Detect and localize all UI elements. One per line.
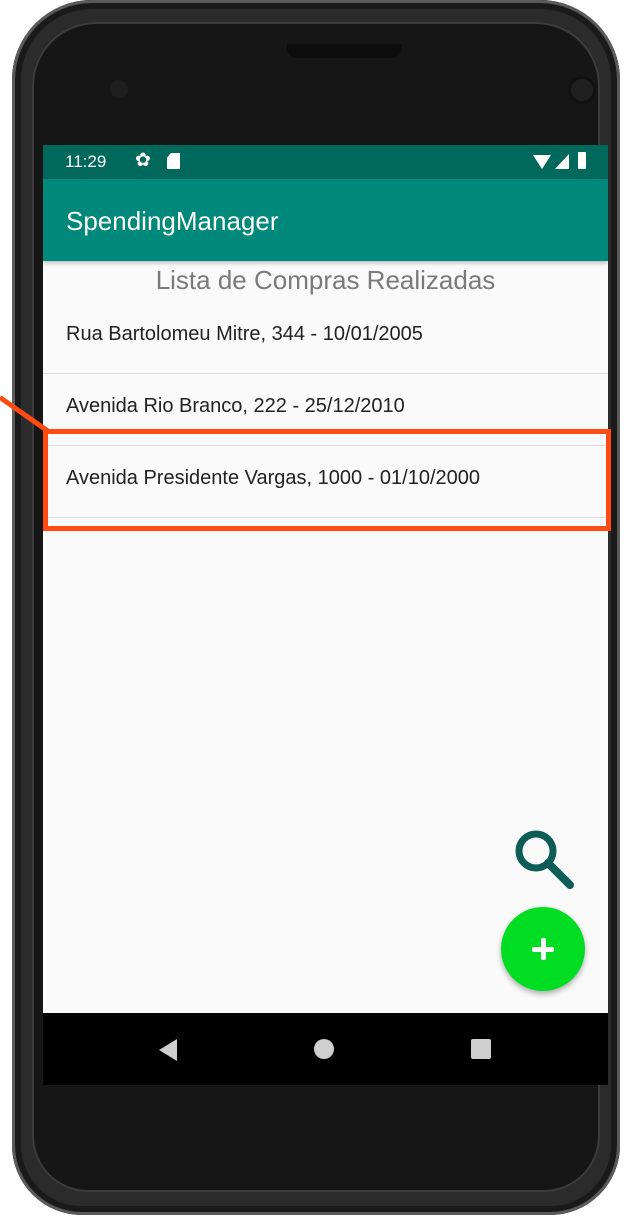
- front-camera: [568, 76, 596, 104]
- highlight-annotation: [43, 429, 611, 531]
- speaker-grille: [287, 44, 402, 58]
- gear-icon: ✿: [135, 150, 151, 171]
- list-item[interactable]: Rua Bartolomeu Mitre, 344 - 10/01/2005: [43, 301, 608, 374]
- add-button[interactable]: [501, 907, 585, 991]
- app-bar: SpendingManager: [43, 179, 608, 261]
- list-item-label: Rua Bartolomeu Mitre, 344 - 10/01/2005: [66, 323, 423, 345]
- list-item-label: Avenida Rio Branco, 222 - 25/12/2010: [66, 395, 405, 417]
- battery-icon: [578, 152, 586, 169]
- status-bar: 11:29 ✿: [43, 145, 608, 179]
- search-button[interactable]: [508, 823, 578, 893]
- sd-card-icon: [167, 153, 180, 169]
- home-icon[interactable]: [314, 1039, 334, 1059]
- search-icon: [515, 830, 574, 889]
- recents-icon[interactable]: [471, 1039, 491, 1059]
- list-title: Lista de Compras Realizadas: [155, 265, 496, 295]
- app-title: SpendingManager: [66, 206, 279, 236]
- back-icon[interactable]: [159, 1039, 177, 1061]
- status-time: 11:29: [65, 152, 107, 171]
- navigation-bar: [43, 1013, 608, 1085]
- wifi-icon: [533, 155, 551, 169]
- signal-icon: [555, 154, 569, 169]
- device-screen: 11:29 ✿ SpendingManager Lista de Compras…: [43, 145, 608, 1085]
- proximity-sensor: [110, 80, 128, 98]
